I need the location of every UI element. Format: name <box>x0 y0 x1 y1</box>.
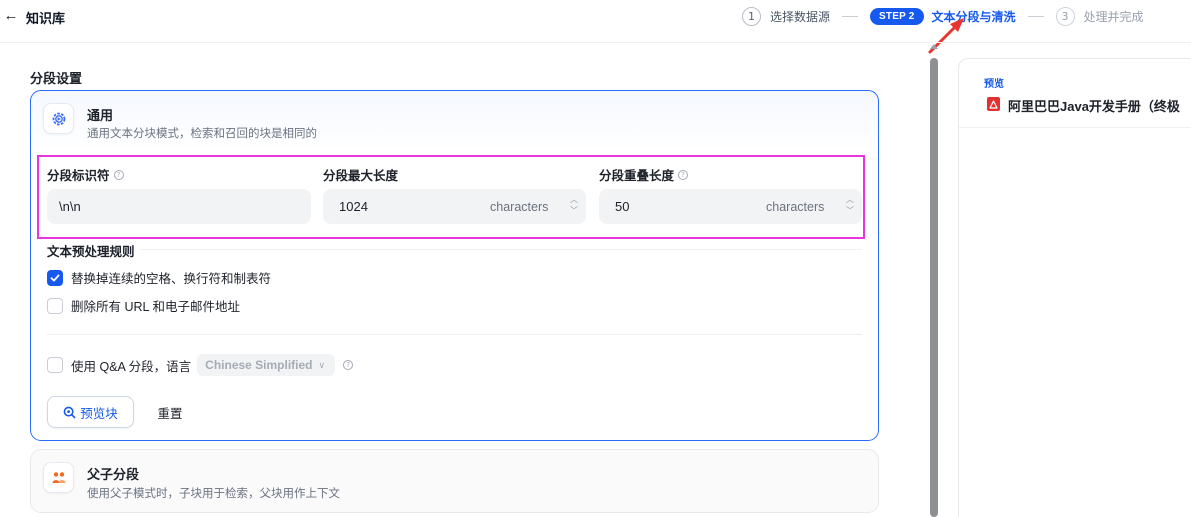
preview-panel: 预览 阿里巴巴Java开发手册（终极 <box>958 58 1191 517</box>
scrollbar-thumb[interactable] <box>930 58 938 517</box>
knowledge-base-title: 知识库 <box>26 11 66 26</box>
divider <box>47 334 862 335</box>
stepper-down-icon[interactable]: ﹀ <box>569 205 579 216</box>
rule-collapse-whitespace[interactable]: 替换掉连续的空格、换行符和制表符 <box>47 268 271 287</box>
help-icon[interactable]: ? <box>678 169 689 180</box>
section-title: 分段设置 <box>30 71 83 86</box>
preview-tag: 预览 <box>984 79 1004 90</box>
general-card-title: 通用 <box>87 108 114 123</box>
separator-label: 分段标识符 ? <box>47 165 124 184</box>
rules-title: 文本预处理规则 <box>47 245 135 259</box>
separator-label-text: 分段标识符 <box>47 169 110 183</box>
checkbox-checked[interactable] <box>47 269 63 286</box>
stepper-down-icon[interactable]: ﹀ <box>845 205 855 216</box>
general-chunk-card[interactable] <box>30 90 879 441</box>
step-1-label: 选择数据源 <box>770 9 831 24</box>
qa-label: 使用 Q&A 分段，语言 <box>71 359 192 374</box>
search-icon <box>63 406 76 419</box>
preview-file-name[interactable]: 阿里巴巴Java开发手册（终极 <box>1008 96 1180 115</box>
checkbox-unchecked[interactable] <box>47 297 63 314</box>
max-length-label: 分段最大长度 <box>323 165 398 184</box>
overlap-unit: characters <box>766 200 825 214</box>
reset-button[interactable]: 重置 <box>146 396 194 428</box>
max-length-value: 1024 <box>339 199 368 214</box>
parent-child-title: 父子分段 <box>87 467 140 482</box>
step-connector <box>1027 15 1044 17</box>
qa-row: 使用 Q&A 分段，语言 Chinese Simplified ∨ ? <box>47 354 354 376</box>
overlap-stepper[interactable]: ︿ ﹀ <box>845 194 855 219</box>
pdf-file-icon <box>987 97 1000 111</box>
check-icon <box>50 274 60 281</box>
max-length-label-text: 分段最大长度 <box>323 169 399 183</box>
parent-child-desc: 使用父子模式时，子块用于检索，父块用作上下文 <box>87 488 340 500</box>
max-length-unit: characters <box>490 200 549 214</box>
rule-label: 删除所有 URL 和电子邮件地址 <box>71 300 240 314</box>
rule-remove-urls[interactable]: 删除所有 URL 和电子邮件地址 <box>47 296 240 315</box>
overlap-label: 分段重叠长度 ? <box>599 165 689 184</box>
scroll-up-icon[interactable] <box>930 44 938 49</box>
qa-checkbox[interactable] <box>47 357 63 373</box>
general-card-desc: 通用文本分块模式，检索和召回的块是相同的 <box>87 128 317 140</box>
separator-input[interactable]: \n\n <box>47 189 311 224</box>
parent-child-card[interactable] <box>30 449 879 513</box>
step-3-number: 3 <box>1055 6 1075 26</box>
overlap-value: 50 <box>615 199 630 214</box>
header-divider <box>0 42 1191 43</box>
max-length-stepper[interactable]: ︿ ﹀ <box>569 194 579 219</box>
stepper-up-icon[interactable]: ︿ <box>845 194 855 205</box>
separator-value: \n\n <box>59 199 81 214</box>
back-arrow-icon[interactable]: ← <box>2 6 20 26</box>
max-length-input[interactable]: 1024 characters ︿ ﹀ <box>323 189 586 224</box>
gear-icon <box>43 103 74 134</box>
preview-divider <box>959 127 1191 128</box>
preview-button-label: 预览块 <box>80 406 118 421</box>
overlap-label-text: 分段重叠长度 <box>599 169 675 183</box>
chevron-down-icon: ∨ <box>318 359 326 370</box>
overlap-input[interactable]: 50 characters ︿ ﹀ <box>599 189 862 224</box>
help-icon[interactable]: ? <box>113 169 124 180</box>
step-1-number: 1 <box>742 6 761 26</box>
step-3-label: 处理并完成 <box>1083 9 1144 24</box>
qa-language-value: Chinese Simplified <box>205 358 313 372</box>
help-icon[interactable]: ? <box>343 360 354 370</box>
stepper-up-icon[interactable]: ︿ <box>569 194 579 205</box>
top-bar: ← 知识库 1 选择数据源 STEP 2 文本分段与清洗 3 处理并完成 <box>0 0 1191 54</box>
rules-divider <box>140 249 862 250</box>
qa-language-select[interactable]: Chinese Simplified ∨ <box>197 354 336 376</box>
preview-chunks-button[interactable]: 预览块 <box>47 396 134 428</box>
rule-label: 替换掉连续的空格、换行符和制表符 <box>71 272 272 286</box>
step-connector <box>842 15 859 17</box>
step-2-pill: STEP 2 <box>870 7 924 25</box>
scrollbar[interactable] <box>927 44 941 517</box>
parent-child-icon <box>43 462 74 493</box>
